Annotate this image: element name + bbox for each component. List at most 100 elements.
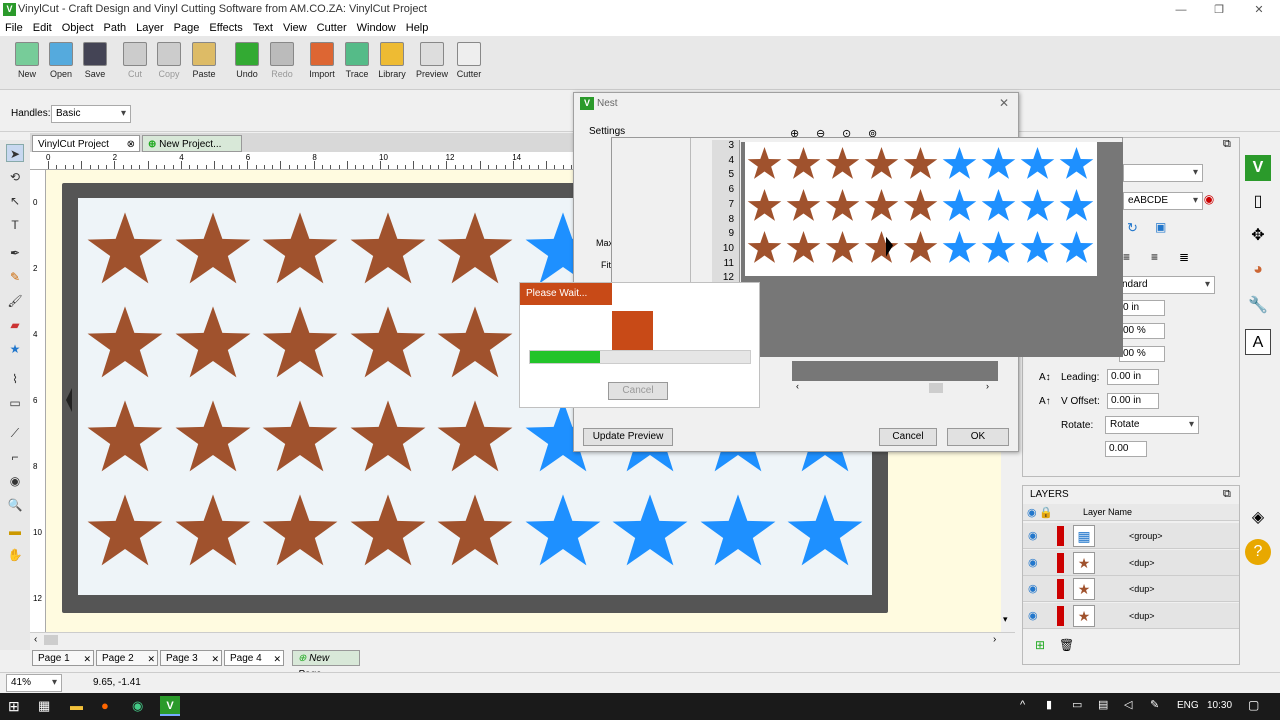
star-shape[interactable] (86, 304, 164, 382)
layer-row[interactable]: ◉ ▦ <group> (1023, 523, 1239, 549)
tab-new-project[interactable]: ⊕ New Project... (142, 135, 242, 152)
star-shape[interactable] (86, 398, 164, 476)
microphone-icon[interactable]: ▮ (1046, 698, 1052, 711)
network-icon[interactable]: ▤ (1098, 698, 1108, 711)
align-right-icon[interactable]: ≡ (1151, 250, 1158, 264)
import-button[interactable]: Import (305, 42, 339, 79)
scroll-thumb[interactable] (44, 635, 58, 645)
layer-color-swatch[interactable] (1057, 552, 1064, 573)
star-shape[interactable] (261, 210, 339, 288)
justify-icon[interactable]: ≣ (1179, 250, 1189, 264)
windows-start-icon[interactable]: ⊞ (8, 698, 20, 715)
battery-icon[interactable]: ▭ (1072, 698, 1082, 711)
scroll-right-icon[interactable]: › (986, 381, 989, 391)
preview-star-shape[interactable] (981, 146, 1016, 181)
layer-color-swatch[interactable] (1057, 605, 1064, 626)
pen-tool-icon[interactable]: ✒ (6, 244, 24, 262)
star-shape[interactable] (349, 210, 427, 288)
star-shape[interactable] (524, 492, 602, 570)
preview-star-shape[interactable] (786, 188, 821, 223)
preview-star-shape[interactable] (981, 188, 1016, 223)
menu-effects[interactable]: Effects (204, 20, 247, 36)
layer-row[interactable]: ◉ ★ <dup> (1023, 549, 1239, 576)
zoom-tool-icon[interactable]: 🔍 (6, 496, 24, 514)
preview-h-scrollbar[interactable]: ‹ › (792, 381, 998, 395)
preview-star-shape[interactable] (903, 188, 938, 223)
move-icon[interactable]: ✥ (1245, 223, 1271, 249)
preview-star-shape[interactable] (903, 146, 938, 181)
pen-icon[interactable]: ✎ (1150, 698, 1159, 711)
preview-star-shape[interactable] (825, 230, 860, 265)
knife-tool-icon[interactable]: ⟋ (6, 424, 24, 442)
close-page-icon[interactable]: ✕ (83, 651, 91, 667)
star-shape[interactable] (174, 304, 252, 382)
tray-expand-icon[interactable]: ^ (1020, 699, 1025, 711)
wait-cancel-button[interactable]: Cancel (608, 382, 668, 400)
font-style-select[interactable]: eABCDE (1123, 192, 1203, 210)
refresh-icon[interactable]: ↻ (1127, 220, 1138, 236)
vinylcut-icon[interactable]: V (1245, 155, 1271, 181)
star-shape[interactable] (349, 398, 427, 476)
panel-dock-icon[interactable]: ⧉ (1223, 138, 1231, 151)
preview-star-shape[interactable] (825, 146, 860, 181)
redo-button[interactable]: Redo (265, 42, 299, 79)
scroll-thumb[interactable] (929, 383, 943, 393)
preview-star-shape[interactable] (1020, 230, 1055, 265)
menu-file[interactable]: File (0, 20, 28, 36)
undo-button[interactable]: Undo (230, 42, 264, 79)
preview-star-shape[interactable] (864, 146, 899, 181)
preview-star-shape[interactable] (747, 230, 782, 265)
star-shape[interactable] (261, 492, 339, 570)
bezier-tool-icon[interactable]: ⌐ (6, 448, 24, 466)
volume-icon[interactable]: ◁ (1124, 698, 1132, 711)
task-view-icon[interactable]: ▦ (38, 698, 50, 714)
preview-star-shape[interactable] (1020, 188, 1055, 223)
preview-star-shape[interactable] (864, 188, 899, 223)
page-tab-1[interactable]: Page 1 ✕ (32, 650, 94, 666)
eraser-tool-icon[interactable]: ▰ (6, 316, 24, 334)
menu-path[interactable]: Path (99, 20, 132, 36)
star-shape[interactable] (174, 492, 252, 570)
firefox-icon[interactable]: ● (101, 698, 109, 713)
paste-button[interactable]: Paste (187, 42, 221, 79)
close-tab-icon[interactable]: ⊗ (127, 136, 135, 153)
preview-star-shape[interactable] (747, 146, 782, 181)
node-tool-icon[interactable]: ⟲ (6, 168, 24, 186)
star-shape[interactable] (261, 304, 339, 382)
cut-button[interactable]: Cut (118, 42, 152, 79)
voffset-field[interactable]: 0.00 in (1107, 393, 1159, 409)
star-shape[interactable] (349, 492, 427, 570)
align-left-icon[interactable]: ≡ (1123, 250, 1130, 264)
preview-star-shape[interactable] (786, 230, 821, 265)
menu-object[interactable]: Object (57, 20, 99, 36)
notifications-icon[interactable]: ▢ (1248, 698, 1259, 712)
star-shape[interactable] (261, 398, 339, 476)
language-indicator[interactable]: ENG (1177, 700, 1199, 711)
preview-star-shape[interactable] (1020, 146, 1055, 181)
star-shape[interactable] (86, 210, 164, 288)
chrome-icon[interactable]: ◉ (132, 698, 143, 714)
star-shape[interactable] (349, 304, 427, 382)
close-dialog-icon[interactable]: ✕ (999, 96, 1009, 110)
star-shape[interactable] (611, 492, 689, 570)
contour-tool-icon[interactable]: ◉ (6, 472, 24, 490)
preview-star-shape[interactable] (786, 146, 821, 181)
preview-star-shape[interactable] (942, 188, 977, 223)
preview-star-shape[interactable] (942, 230, 977, 265)
ruler-tool-icon[interactable]: ▬ (6, 522, 24, 540)
text-icon[interactable]: A (1245, 329, 1271, 355)
preview-star-shape[interactable] (1059, 230, 1094, 265)
copy-button[interactable]: Copy (152, 42, 186, 79)
star-shape[interactable] (786, 492, 864, 570)
pencil-tool-icon[interactable]: ✎ (6, 268, 24, 286)
star-shape[interactable] (86, 492, 164, 570)
direct-select-icon[interactable]: ↖ (6, 192, 24, 210)
document-icon[interactable]: ▯ (1245, 189, 1271, 215)
preview-star-shape[interactable] (825, 188, 860, 223)
preview-star-shape[interactable] (981, 230, 1016, 265)
add-layer-icon[interactable]: ⊞ (1035, 638, 1045, 652)
close-page-icon[interactable]: ✕ (211, 651, 219, 667)
page-tab-2[interactable]: Page 2 ✕ (96, 650, 158, 666)
file-explorer-icon[interactable]: ▬ (70, 698, 83, 713)
close-page-icon[interactable]: ✕ (147, 651, 155, 667)
